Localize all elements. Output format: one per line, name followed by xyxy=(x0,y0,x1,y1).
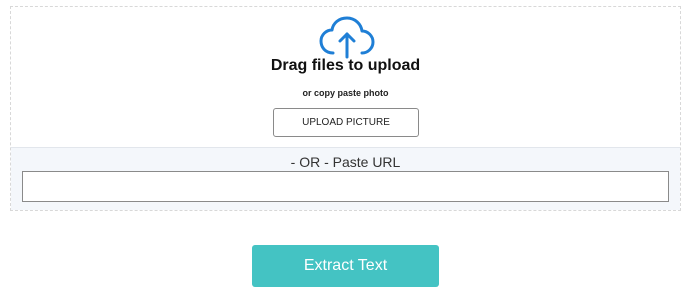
upload-panel: Drag files to upload or copy paste photo… xyxy=(10,6,681,211)
paste-url-label: - OR - Paste URL xyxy=(290,154,401,170)
drag-files-title: Drag files to upload xyxy=(270,57,421,74)
url-input[interactable] xyxy=(22,171,669,202)
cloud-upload-icon xyxy=(319,16,375,59)
copy-paste-hint: or copy paste photo xyxy=(302,88,389,98)
extract-text-button[interactable]: Extract Text xyxy=(252,245,439,287)
upload-picture-button[interactable]: UPLOAD PICTURE xyxy=(273,108,419,137)
drop-zone[interactable]: Drag files to upload or copy paste photo… xyxy=(11,7,680,147)
url-panel: - OR - Paste URL xyxy=(11,147,680,210)
